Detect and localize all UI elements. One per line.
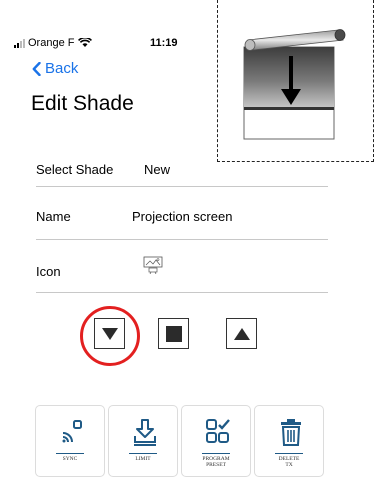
stop-square-icon [165, 325, 182, 342]
select-shade-label: Select Shade [36, 162, 114, 177]
program-preset-label: PROGRAM PRESET [182, 456, 250, 468]
up-arrow-icon [233, 327, 250, 340]
signal-icon [14, 38, 25, 48]
divider [129, 453, 157, 454]
program-preset-icon [206, 419, 230, 443]
limit-download-icon [134, 419, 156, 446]
sync-signal-icon [62, 420, 82, 443]
sync-label: SYNC [62, 456, 78, 462]
wifi-icon [78, 38, 93, 47]
sync-button[interactable]: SYNC [35, 405, 105, 477]
back-label: Back [45, 60, 79, 77]
tx-label: TX [285, 462, 293, 468]
divider [36, 292, 328, 293]
highlight-circle [80, 306, 140, 366]
name-value[interactable]: Projection screen [132, 209, 232, 224]
roller-shade-down-icon [243, 29, 346, 140]
divider [275, 453, 303, 454]
divider [36, 186, 328, 187]
preset-label: PRESET [206, 462, 226, 468]
page-title: Edit Shade [31, 92, 134, 115]
icon-label: Icon [36, 264, 61, 279]
program-preset-button[interactable]: PROGRAM PRESET [181, 405, 251, 477]
back-button[interactable]: Back [32, 60, 78, 77]
carrier-name: Orange F [28, 37, 75, 49]
divider [36, 239, 328, 240]
delete-tx-label: DELETE TX [255, 456, 323, 468]
divider [56, 453, 84, 454]
status-bar: Orange F 11:19 [14, 34, 224, 52]
name-label: Name [36, 209, 71, 224]
select-shade-value[interactable]: New [144, 162, 170, 177]
shade-illustration-callout [217, 0, 374, 162]
stop-button[interactable] [158, 318, 189, 349]
chevron-left-icon [32, 61, 41, 76]
delete-tx-button[interactable]: DELETE TX [254, 405, 324, 477]
divider [202, 453, 230, 454]
up-button[interactable] [226, 318, 257, 349]
clock: 11:19 [150, 37, 178, 49]
limit-button[interactable]: LIMIT [108, 405, 178, 477]
trash-icon [281, 419, 301, 446]
projection-screen-icon[interactable] [143, 256, 165, 274]
limit-label: LIMIT [135, 456, 151, 462]
